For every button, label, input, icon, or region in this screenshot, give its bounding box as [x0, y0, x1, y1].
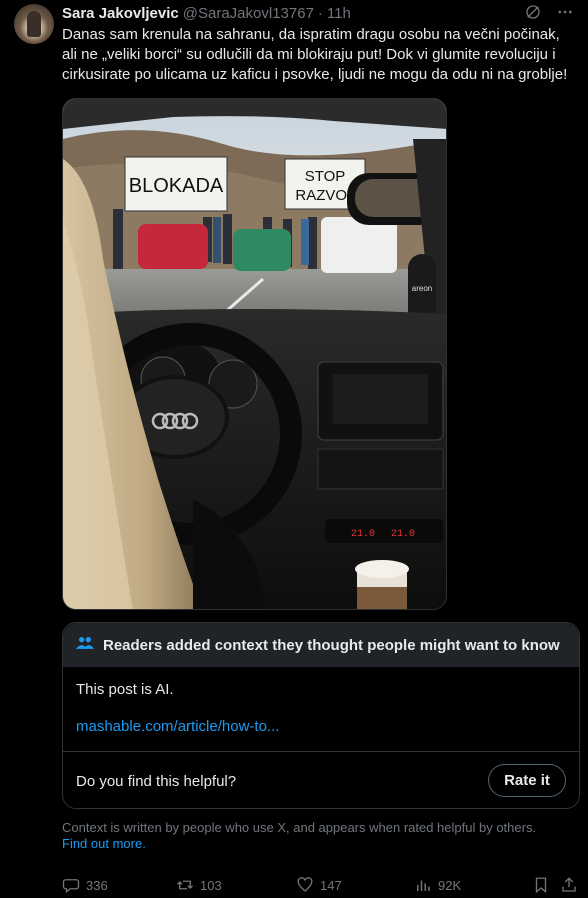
like-button[interactable]: 147 — [296, 876, 342, 894]
reply-count: 336 — [86, 877, 108, 893]
timestamp[interactable]: 11h — [327, 5, 351, 22]
repost-icon — [177, 880, 193, 890]
divider — [63, 751, 579, 752]
banner-razvoj-text: RAZVOJ — [295, 187, 354, 204]
header-actions — [524, 3, 574, 25]
banner-stop-text: STOP — [305, 168, 346, 185]
tweet-image[interactable]: BLOKADA STOP RAZVOJ areon 21.0 21.0 — [62, 98, 447, 610]
more-icon[interactable] — [556, 3, 574, 25]
reply-icon — [62, 879, 80, 894]
community-note-title: Readers added context they thought peopl… — [103, 636, 560, 654]
action-bar: 336 103 147 92K — [62, 876, 578, 896]
white-van — [321, 217, 397, 273]
green-car — [233, 229, 291, 271]
tweet-text: Danas sam krenula na sahranu, da isprati… — [62, 26, 568, 83]
community-note-link[interactable]: mashable.com/article/how-to... — [76, 718, 566, 735]
air-freshener-text: areon — [412, 284, 432, 293]
community-note: Readers added context they thought peopl… — [62, 622, 580, 809]
people-icon — [75, 634, 95, 656]
reply-button[interactable]: 336 — [62, 876, 108, 894]
like-icon — [297, 877, 313, 892]
author-handle[interactable]: @SaraJakovl13767 — [183, 5, 314, 22]
separator: · — [317, 4, 323, 22]
share-button[interactable] — [560, 876, 578, 894]
author-name[interactable]: Sara Jakovljevic — [62, 5, 179, 22]
repost-button[interactable]: 103 — [176, 876, 222, 894]
find-out-more-link[interactable]: Find out more. — [62, 836, 572, 852]
grok-icon[interactable] — [524, 3, 542, 25]
helpful-question: Do you find this helpful? — [76, 773, 237, 790]
views-button[interactable]: 92K — [414, 876, 461, 894]
bookmark-icon — [535, 877, 547, 894]
views-icon — [417, 880, 430, 891]
community-note-text: This post is AI. — [76, 681, 174, 698]
context-footer-text: Context is written by people who use X, … — [62, 820, 537, 835]
bookmark-button[interactable] — [532, 876, 550, 894]
climate-right: 21.0 — [391, 529, 415, 540]
context-footer: Context is written by people who use X, … — [62, 820, 572, 852]
avatar-figure — [27, 11, 41, 37]
banner-blokada-text: BLOKADA — [129, 175, 224, 197]
climate-left: 21.0 — [351, 529, 375, 540]
avatar[interactable] — [14, 4, 54, 44]
like-count: 147 — [320, 877, 342, 893]
community-note-header: Readers added context they thought peopl… — [63, 623, 579, 667]
rate-it-button[interactable]: Rate it — [488, 764, 566, 797]
red-car — [138, 224, 208, 269]
share-icon — [562, 877, 576, 892]
repost-count: 103 — [200, 877, 222, 893]
views-count: 92K — [438, 877, 462, 893]
tweet-header: Sara Jakovljevic @SaraJakovl13767 · 11h — [62, 3, 574, 23]
